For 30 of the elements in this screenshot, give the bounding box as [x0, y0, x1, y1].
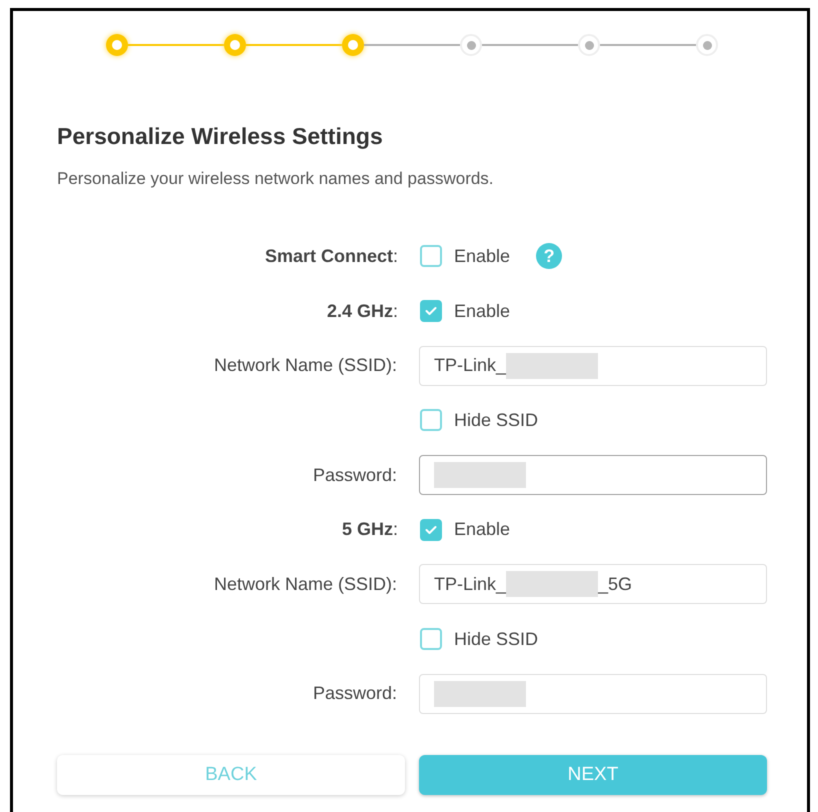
checkbox-label: Enable — [454, 518, 510, 542]
checkbox-label: Enable — [454, 300, 510, 323]
checkbox[interactable] — [420, 300, 442, 322]
field-value: TP-Link_ — [434, 572, 506, 596]
field-label: Smart Connect: — [264, 244, 398, 268]
field-label: Password: — [312, 464, 397, 487]
check-icon — [425, 524, 437, 535]
input-field[interactable]: TP-Link_ _5G — [419, 564, 767, 604]
checkbox[interactable] — [420, 518, 442, 541]
checkbox[interactable] — [420, 409, 442, 432]
checkbox-label: Enable — [454, 244, 510, 268]
help-icon[interactable]: ? — [536, 243, 562, 270]
checkbox[interactable] — [420, 245, 442, 268]
checkbox[interactable] — [420, 628, 442, 650]
field-value: TP-Link_ — [434, 354, 506, 378]
back-button[interactable]: BACK — [57, 755, 405, 796]
input-field[interactable]: TP-Link_ — [419, 346, 767, 386]
check-icon — [425, 306, 437, 316]
field-label: 2.4 GHz: — [326, 300, 398, 323]
field-label: Network Name (SSID): — [214, 354, 397, 378]
field-label: Password: — [312, 682, 397, 706]
next-button[interactable]: NEXT — [419, 755, 767, 796]
field-value: _5G — [598, 572, 632, 596]
checkbox-label: Hide SSID — [454, 408, 538, 432]
field-label: Network Name (SSID): — [214, 572, 397, 596]
field-label: 5 GHz: — [342, 518, 398, 542]
page-description: Personalize your wireless network names and passwords. — [57, 168, 495, 190]
input-field[interactable] — [419, 455, 767, 496]
page-title: Personalize Wireless Settings — [57, 122, 384, 151]
checkbox-label: Hide SSID — [454, 628, 538, 651]
